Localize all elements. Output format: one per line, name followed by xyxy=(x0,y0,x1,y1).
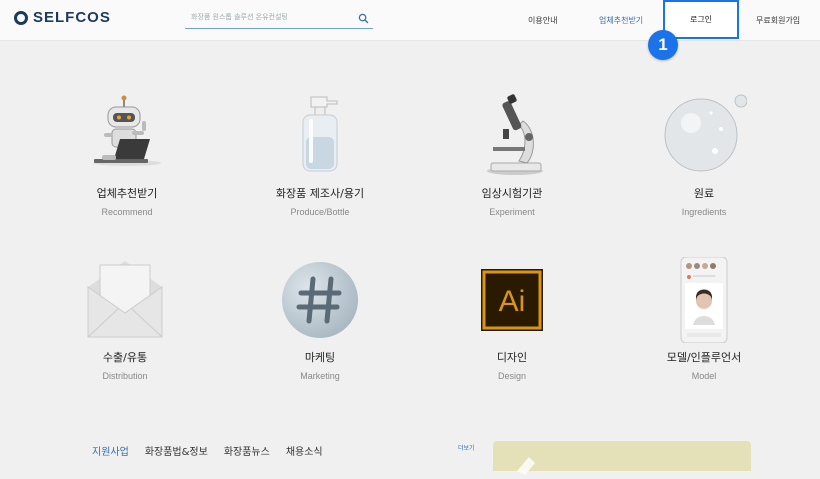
category-subtitle: Recommend xyxy=(101,207,153,217)
category-title: 모델/인플루언서 xyxy=(666,351,742,364)
robot-laptop-icon xyxy=(93,95,161,166)
tab-jobs[interactable]: 채용소식 xyxy=(286,443,323,458)
envelope-icon xyxy=(87,261,163,338)
logo[interactable]: SELFCOS xyxy=(14,9,111,26)
category-subtitle: Experiment xyxy=(489,207,535,217)
category-distribution[interactable]: 수출/유통 Distribution xyxy=(45,257,205,381)
step-marker: 1 xyxy=(648,30,678,60)
microscope-icon xyxy=(487,94,543,175)
hashtag-icon xyxy=(282,262,358,338)
bubble-icon xyxy=(664,94,747,172)
tab-cosmetics-news[interactable]: 화장품뉴스 xyxy=(224,443,270,458)
logo-text: SELFCOS xyxy=(33,9,111,26)
category-experiment[interactable]: 임상시험기관 Experiment xyxy=(432,93,592,217)
more-link[interactable]: 더보기 xyxy=(458,443,475,452)
nav-signup-link[interactable]: 무료회원가입 xyxy=(756,15,800,26)
category-model[interactable]: 모델/인플루언서 Model xyxy=(624,257,784,381)
category-ingredients[interactable]: 원료 Ingredients xyxy=(624,93,784,217)
pump-bottle-icon xyxy=(302,96,338,172)
search-bar xyxy=(185,10,373,29)
tab-cosmetics-law[interactable]: 화장품법&정보 xyxy=(145,443,208,458)
category-title: 화장품 제조사/용기 xyxy=(275,187,365,200)
login-button[interactable]: 로그인 xyxy=(663,0,739,39)
logo-mark-icon xyxy=(14,10,28,25)
category-subtitle: Marketing xyxy=(300,371,340,381)
category-title: 디자인 xyxy=(496,351,528,364)
category-subtitle: Ingredients xyxy=(681,207,727,217)
category-subtitle: Design xyxy=(497,371,526,381)
bottom-tabs: 지원사업 화장품법&정보 화장품뉴스 채용소식 xyxy=(92,443,323,458)
svg-text:Ai: Ai xyxy=(499,285,526,318)
nav-guide-link[interactable]: 이용안내 xyxy=(528,15,557,26)
category-design[interactable]: Ai 디자인 Design xyxy=(432,257,592,381)
category-recommend[interactable]: 업체추천받기 Recommend xyxy=(47,93,207,217)
phone-profile-icon xyxy=(680,257,728,343)
category-title: 원료 xyxy=(693,187,715,200)
category-title: 업체추천받기 xyxy=(96,187,158,200)
category-title: 마케팅 xyxy=(304,351,336,364)
tab-support[interactable]: 지원사업 xyxy=(92,443,129,458)
category-title: 임상시험기관 xyxy=(481,187,543,200)
search-icon[interactable] xyxy=(358,13,369,24)
illustrator-icon: Ai xyxy=(481,269,543,331)
category-produce-bottle[interactable]: 화장품 제조사/용기 Produce/Bottle xyxy=(240,93,400,217)
category-subtitle: Produce/Bottle xyxy=(290,207,350,217)
banner-graphic-icon xyxy=(517,457,535,475)
category-title: 수출/유통 xyxy=(102,351,148,364)
search-input[interactable] xyxy=(191,13,351,21)
promo-banner[interactable] xyxy=(493,441,751,475)
category-marketing[interactable]: 마케팅 Marketing xyxy=(240,257,400,381)
category-subtitle: Model xyxy=(691,371,717,381)
category-subtitle: Distribution xyxy=(102,371,148,381)
nav-recommend-link[interactable]: 업체추천받기 xyxy=(599,15,643,26)
